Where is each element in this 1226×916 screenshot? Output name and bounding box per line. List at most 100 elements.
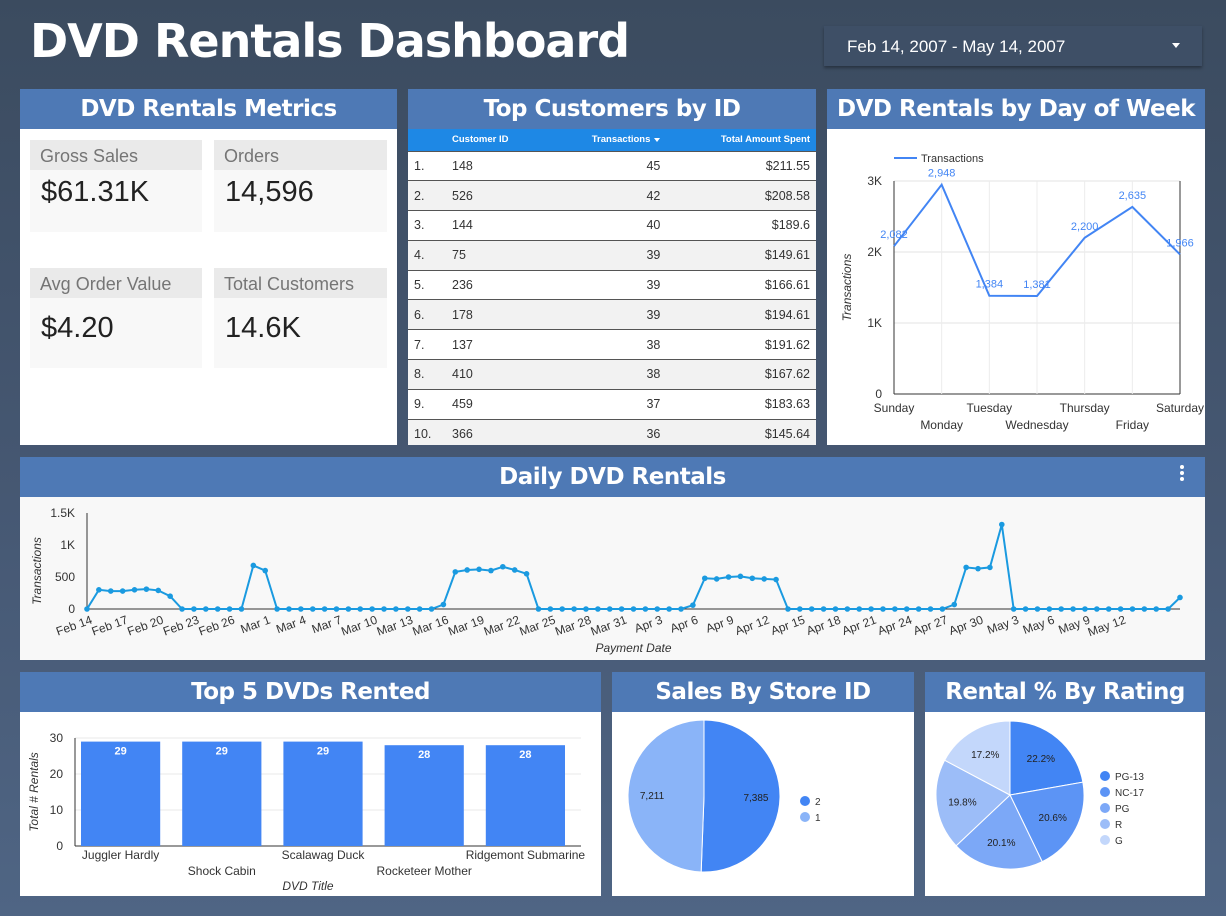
- daily-rentals-panel: Daily DVD Rentals 0 500 1K 1.5K Feb 14 Feb 17…: [20, 457, 1205, 660]
- data-point: [725, 574, 732, 580]
- data-point: [654, 606, 661, 612]
- data-point: [844, 606, 851, 612]
- data-point: [1141, 606, 1148, 612]
- table-row[interactable]: 2. 526 42 $208.58: [408, 180, 816, 211]
- data-point: [998, 521, 1005, 528]
- daily-rentals-chart: 0 500 1K 1.5K Feb 14Feb 17Feb 20Feb 23Feb 26…: [30, 506, 1183, 655]
- y-tick-label: 2K: [867, 245, 882, 259]
- legend-label: PG: [1115, 804, 1130, 815]
- row-index: 4.: [408, 239, 446, 271]
- x-tick-label: Apr 6: [668, 613, 700, 636]
- table-row[interactable]: 6. 178 39 $194.61: [408, 299, 816, 330]
- data-point: [107, 588, 114, 594]
- data-point: [1022, 606, 1029, 612]
- rating-panel: Rental % By Rating 22.2% 20.6% 20.1% 19.8% 1…: [925, 672, 1205, 896]
- top5-title: Top 5 DVDs Rented: [20, 672, 601, 712]
- day-of-week-panel: DVD Rentals by Day of Week 0 1K 2K 3K Sunday…: [827, 89, 1205, 445]
- data-point: [713, 576, 720, 582]
- column-header-index: [408, 129, 446, 151]
- x-tick-label: Mar 28: [553, 613, 593, 639]
- y-tick-label: 30: [50, 731, 64, 745]
- amount-cell: $194.61: [666, 299, 816, 330]
- data-point: [963, 564, 969, 571]
- data-point: [1070, 606, 1076, 612]
- date-range-picker[interactable]: Feb 14, 2007 - May 14, 2007: [824, 26, 1202, 66]
- data-point: [595, 606, 601, 612]
- data-label: 28: [418, 749, 430, 761]
- data-point: [96, 587, 102, 593]
- y-axis-label: Transactions: [840, 254, 854, 322]
- legend-swatch: [800, 796, 810, 806]
- x-tick-label: Wednesday: [1005, 418, 1068, 432]
- x-tick-label: Mar 31: [589, 613, 629, 639]
- table-row[interactable]: 8. 410 38 $167.62: [408, 359, 816, 390]
- legend-swatch: [800, 812, 810, 822]
- x-tick-label: Juggler Hardly: [82, 848, 159, 862]
- column-header-customer-id[interactable]: Customer ID: [446, 129, 548, 151]
- data-label: 1,966: [1166, 237, 1194, 249]
- data-point: [832, 606, 839, 612]
- data-point: [511, 567, 518, 573]
- y-tick-label: 500: [55, 570, 75, 584]
- metric-orders: Orders 14,596: [214, 140, 387, 232]
- more-options-icon[interactable]: [1179, 465, 1185, 483]
- legend-label: NC-17: [1115, 788, 1144, 799]
- column-header-transactions[interactable]: Transactions: [547, 129, 667, 151]
- amount-cell: $191.62: [666, 329, 816, 360]
- amount-cell: $166.61: [666, 269, 816, 300]
- data-point: [238, 606, 245, 612]
- x-tick-label: Apr 21: [840, 613, 878, 638]
- data-label: 1,381: [1023, 279, 1051, 291]
- x-tick-label: Monday: [920, 418, 963, 432]
- data-point: [1046, 606, 1053, 612]
- customer-id-cell: 144: [446, 210, 548, 241]
- data-point: [808, 606, 815, 612]
- x-tick-label: Mar 7: [310, 613, 344, 637]
- data-label: 2,200: [1071, 221, 1099, 233]
- table-row[interactable]: 4. 75 39 $149.61: [408, 239, 816, 271]
- x-tick-label: Feb 23: [161, 613, 201, 639]
- rating-title: Rental % By Rating: [925, 672, 1205, 712]
- date-range-label: Feb 14, 2007 - May 14, 2007: [847, 37, 1066, 56]
- customer-id-cell: 459: [446, 388, 548, 420]
- data-point: [309, 606, 316, 612]
- slice-label: 20.1%: [987, 838, 1015, 849]
- data-point: [975, 565, 981, 572]
- table-row[interactable]: 1. 148 45 $211.55: [408, 150, 816, 181]
- data-point: [500, 563, 506, 570]
- chevron-down-icon: [1172, 43, 1180, 48]
- data-point: [464, 567, 470, 573]
- row-index: 8.: [408, 359, 446, 390]
- x-tick-label: Mar 25: [517, 613, 557, 639]
- data-point: [155, 587, 162, 594]
- data-point: [214, 606, 221, 612]
- data-point: [381, 606, 387, 612]
- transactions-cell: 39: [547, 239, 667, 271]
- day-of-week-chart: 0 1K 2K 3K Sunday Monday Tuesday Wednesday Thurs…: [840, 153, 1204, 432]
- data-point: [868, 606, 874, 612]
- data-point: [262, 567, 269, 574]
- data-point: [84, 606, 90, 612]
- legend-label: 2: [815, 797, 821, 808]
- transactions-cell: 39: [547, 269, 667, 300]
- table-row[interactable]: 7. 137 38 $191.62: [408, 329, 816, 360]
- data-point: [951, 601, 958, 608]
- data-point: [583, 606, 589, 612]
- legend-label: PG-13: [1115, 772, 1144, 783]
- data-point: [678, 606, 684, 612]
- x-tick-label: Feb 17: [90, 613, 130, 639]
- data-point: [523, 571, 530, 577]
- day-of-week-title: DVD Rentals by Day of Week: [827, 89, 1205, 129]
- row-index: 5.: [408, 269, 446, 300]
- table-row[interactable]: 9. 459 37 $183.63: [408, 388, 816, 420]
- table-row[interactable]: 10. 366 36 $145.64: [408, 418, 816, 445]
- legend-label: Transactions: [921, 153, 984, 165]
- legend-swatch: [1100, 771, 1110, 781]
- x-tick-label: Thursday: [1060, 401, 1110, 415]
- table-row[interactable]: 3. 144 40 $189.6: [408, 210, 816, 241]
- column-header-total-amount[interactable]: Total Amount Spent: [666, 129, 816, 151]
- x-tick-label: Mar 13: [375, 613, 415, 639]
- data-point: [369, 606, 375, 612]
- slice-label: 7,385: [743, 793, 768, 804]
- table-row[interactable]: 5. 236 39 $166.61: [408, 269, 816, 300]
